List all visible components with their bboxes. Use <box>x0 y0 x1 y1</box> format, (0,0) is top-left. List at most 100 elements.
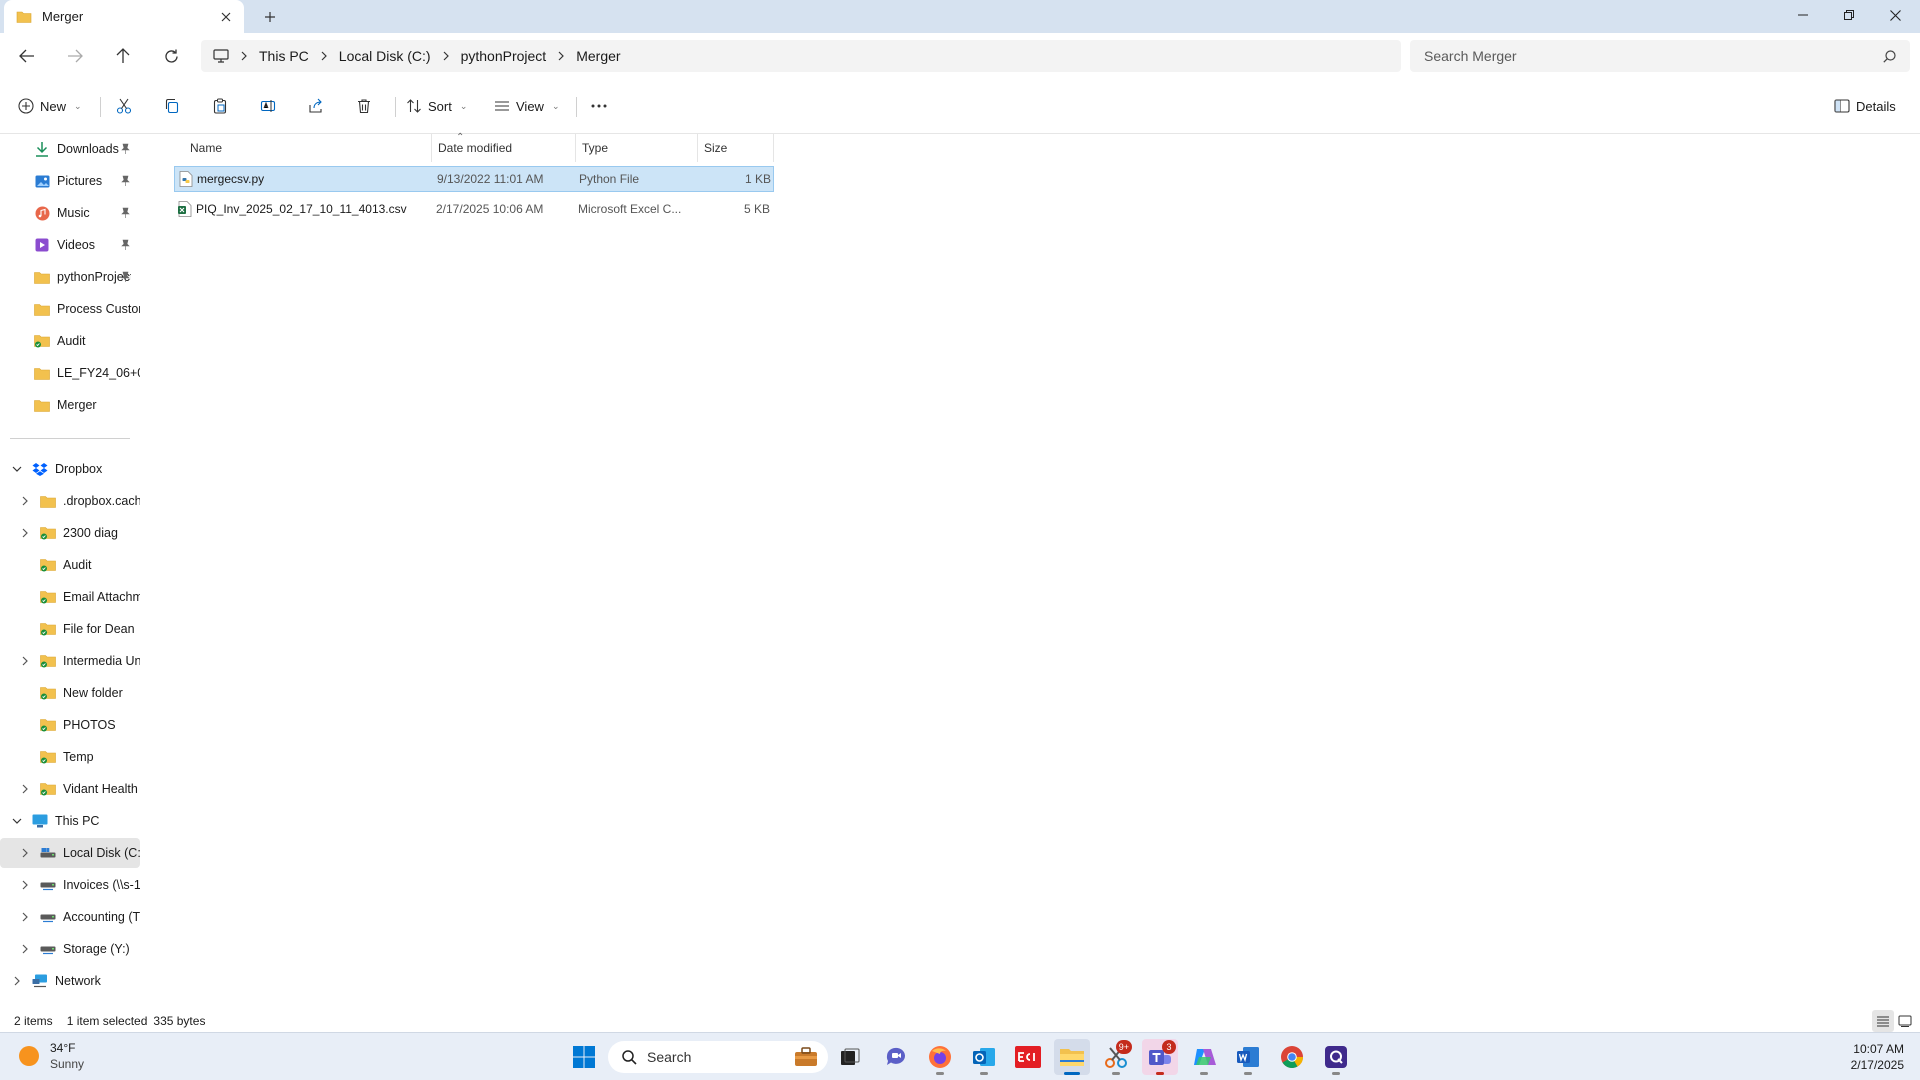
breadcrumb-python-project[interactable]: pythonProject <box>453 48 555 64</box>
column-header-size[interactable]: Size <box>698 134 774 162</box>
pin-icon[interactable] <box>121 239 130 250</box>
app-q-icon[interactable] <box>1318 1039 1354 1075</box>
sidebar-item-file-for-dean[interactable]: File for Dean <box>0 614 140 644</box>
sidebar-item-local-disk[interactable]: Local Disk (C:) <box>0 838 140 868</box>
restore-icon[interactable] <box>1826 0 1872 30</box>
chevron-right-icon[interactable] <box>19 655 31 667</box>
sidebar-item-network[interactable]: Network <box>0 966 140 996</box>
sidebar-item-intermedia[interactable]: Intermedia Un <box>0 646 140 676</box>
start-button[interactable] <box>566 1039 602 1075</box>
pin-icon[interactable] <box>121 175 130 186</box>
chevron-right-icon[interactable] <box>317 51 331 61</box>
chevron-right-icon[interactable] <box>19 527 31 539</box>
search-input[interactable]: Search Merger <box>1410 40 1910 72</box>
sidebar-item-merger[interactable]: Merger <box>0 390 140 420</box>
share-button[interactable] <box>299 89 333 123</box>
sidebar-item-pictures[interactable]: Pictures <box>0 166 140 196</box>
sidebar-item-pythonproject[interactable]: pythonProject <box>0 262 140 292</box>
sidebar-item-audit[interactable]: Audit <box>0 326 140 356</box>
sidebar-item-le-fy24[interactable]: LE_FY24_06+06 <box>0 358 140 388</box>
task-view-icon[interactable] <box>832 1039 868 1075</box>
eci-app-icon[interactable] <box>1010 1039 1046 1075</box>
address-bar[interactable]: This PC Local Disk (C:) pythonProject Me… <box>201 40 1401 72</box>
chevron-right-icon[interactable] <box>11 975 23 987</box>
refresh-icon[interactable] <box>155 40 187 72</box>
breadcrumb-this-pc[interactable]: This PC <box>251 48 317 64</box>
sidebar-item-process-customer[interactable]: Process Customer <box>0 294 140 324</box>
sidebar-item-dropbox[interactable]: Dropbox <box>0 454 140 484</box>
teams-icon[interactable]: 3 <box>1142 1039 1178 1075</box>
weather-widget[interactable]: 34°F Sunny <box>18 1040 84 1072</box>
sort-button[interactable]: Sort ⌄ <box>406 89 467 123</box>
tab-merger[interactable]: Merger <box>4 0 244 33</box>
chevron-right-icon[interactable] <box>19 879 31 891</box>
sidebar-item-this-pc[interactable]: This PC <box>0 806 140 836</box>
chevron-right-icon[interactable] <box>439 51 453 61</box>
chat-icon[interactable] <box>878 1039 914 1075</box>
chrome-icon[interactable] <box>1274 1039 1310 1075</box>
paste-button[interactable] <box>203 89 237 123</box>
pin-icon[interactable] <box>121 271 130 282</box>
plus-icon[interactable] <box>256 3 284 31</box>
sidebar-item-storage[interactable]: Storage (Y:) <box>0 934 140 964</box>
column-header-type[interactable]: Type <box>576 134 698 162</box>
firefox-icon[interactable] <box>922 1039 958 1075</box>
sidebar-item-vidant-health[interactable]: Vidant Health <box>0 774 140 804</box>
monitor-icon <box>213 49 229 63</box>
back-arrow-icon[interactable] <box>11 40 43 72</box>
copy-button[interactable] <box>155 89 189 123</box>
sidebar-item-dropbox-audit[interactable]: Audit <box>0 550 140 580</box>
details-view-icon[interactable] <box>1872 1010 1894 1032</box>
chevron-down-icon[interactable] <box>11 815 23 827</box>
sidebar-item-new-folder[interactable]: New folder <box>0 678 140 708</box>
more-options-button[interactable] <box>582 89 616 123</box>
outlook-icon[interactable] <box>966 1039 1002 1075</box>
new-button[interactable]: New ⌄ <box>18 89 82 123</box>
taskbar-search[interactable]: Search <box>608 1041 828 1073</box>
delete-button[interactable] <box>347 89 381 123</box>
forward-arrow-icon[interactable] <box>59 40 91 72</box>
snipping-tool-icon[interactable]: 9+ <box>1098 1039 1134 1075</box>
folder-icon <box>34 269 50 285</box>
sidebar-item-music[interactable]: Music <box>0 198 140 228</box>
sidebar-item-downloads[interactable]: Downloads <box>0 134 140 164</box>
chevron-right-icon[interactable] <box>237 51 251 61</box>
sidebar-item-dropbox-cache[interactable]: .dropbox.cache <box>0 486 140 516</box>
large-icons-view-icon[interactable] <box>1894 1010 1916 1032</box>
table-row[interactable]: mergecsv.py 9/13/2022 11:01 AM Python Fi… <box>174 166 774 192</box>
window-close-icon[interactable] <box>1872 0 1918 30</box>
breadcrumb-merger[interactable]: Merger <box>568 48 628 64</box>
sidebar-item-photos[interactable]: PHOTOS <box>0 710 140 740</box>
copilot-m365-icon[interactable] <box>1186 1039 1222 1075</box>
cut-button[interactable] <box>107 89 141 123</box>
chevron-right-icon[interactable] <box>19 783 31 795</box>
sidebar-item-invoices[interactable]: Invoices (\\s-1 <box>0 870 140 900</box>
chevron-right-icon[interactable] <box>19 911 31 923</box>
chevron-right-icon[interactable] <box>19 943 31 955</box>
view-button[interactable]: View ⌄ <box>494 89 560 123</box>
chevron-right-icon[interactable] <box>554 51 568 61</box>
chevron-down-icon[interactable] <box>11 463 23 475</box>
sidebar-item-2300-diag[interactable]: 2300 diag <box>0 518 140 548</box>
close-icon[interactable] <box>212 3 240 31</box>
word-icon[interactable] <box>1230 1039 1266 1075</box>
pin-icon[interactable] <box>121 143 130 154</box>
rename-button[interactable] <box>251 89 285 123</box>
file-explorer-icon[interactable] <box>1054 1039 1090 1075</box>
sidebar-item-videos[interactable]: Videos <box>0 230 140 260</box>
system-clock[interactable]: 10:07 AM 2/17/2025 <box>1851 1041 1904 1073</box>
table-row[interactable]: PIQ_Inv_2025_02_17_10_11_4013.csv 2/17/2… <box>174 197 774 223</box>
column-header-name[interactable]: Name <box>184 134 432 162</box>
weather-desc: Sunny <box>50 1057 85 1071</box>
breadcrumb-local-disk[interactable]: Local Disk (C:) <box>331 48 439 64</box>
sidebar-item-accounting[interactable]: Accounting (T <box>0 902 140 932</box>
minimize-icon[interactable] <box>1780 0 1826 30</box>
chevron-right-icon[interactable] <box>19 495 31 507</box>
column-header-date[interactable]: Date modified <box>432 134 576 162</box>
up-arrow-icon[interactable] <box>107 40 139 72</box>
sidebar-item-email-attachments[interactable]: Email Attachments <box>0 582 140 612</box>
pin-icon[interactable] <box>121 207 130 218</box>
details-pane-button[interactable]: Details <box>1834 89 1896 123</box>
chevron-right-icon[interactable] <box>19 847 31 859</box>
sidebar-item-temp[interactable]: Temp <box>0 742 140 772</box>
